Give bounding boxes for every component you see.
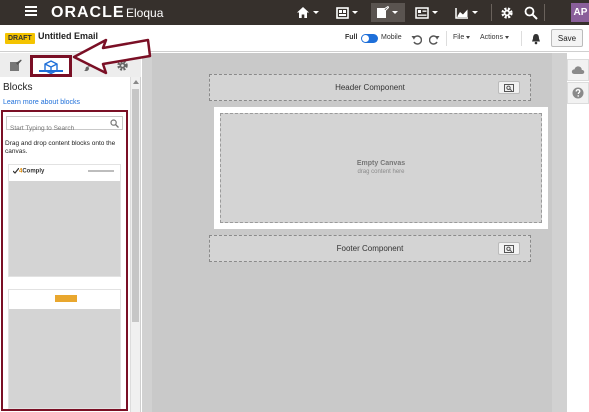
right-rail [567, 53, 589, 412]
redo-button[interactable] [428, 32, 440, 50]
search-icon [524, 6, 538, 20]
search-icon [110, 119, 119, 128]
settings-gear-icon [501, 6, 513, 19]
eloqua-email-editor: ORACLE Eloqua AP DRAFT Untitled Email Fu… [0, 0, 589, 412]
footer-component[interactable]: Footer Component [209, 235, 531, 262]
actions-menu-label: Actions [480, 34, 503, 41]
undo-button[interactable] [411, 32, 423, 50]
cloud-icon [571, 66, 585, 74]
empty-canvas-title: Empty Canvas [356, 160, 406, 167]
blocks-list-highlight: Drag and drop content blocks onto the ca… [1, 110, 128, 411]
block-thumbnail [9, 309, 120, 408]
tab-design[interactable] [7, 57, 23, 73]
undo-icon [411, 35, 423, 45]
content-block[interactable]: 4Comply [8, 164, 121, 277]
design-icon [9, 59, 22, 71]
hamburger-icon[interactable] [25, 6, 37, 17]
header-component[interactable]: Header Component [209, 74, 531, 101]
blocks-search[interactable] [6, 116, 123, 135]
scroll-up-arrow[interactable] [133, 80, 139, 84]
product-name: Eloqua [126, 6, 164, 20]
preview-icon [504, 83, 514, 92]
assets-menu[interactable] [371, 3, 405, 22]
search-button[interactable] [524, 3, 538, 22]
view-mobile-label[interactable]: Mobile [381, 34, 402, 41]
block-logo-name: Comply [22, 168, 45, 175]
panel-heading: Blocks [3, 82, 33, 93]
header-link-placeholder [88, 170, 114, 172]
learn-more-link[interactable]: Learn more about blocks [3, 99, 80, 106]
panel-scrollbar[interactable] [130, 77, 140, 412]
contacts-menu[interactable] [415, 3, 438, 22]
empty-canvas-subtitle: drag content here [357, 169, 405, 175]
header-component-label: Header Component [335, 83, 405, 92]
preview-icon [504, 244, 514, 253]
oracle-logo: ORACLE [51, 4, 125, 21]
status-badge: DRAFT [5, 33, 35, 44]
email-title[interactable]: Untitled Email [38, 31, 98, 41]
file-menu-label: File [453, 34, 465, 41]
home-menu[interactable] [296, 3, 319, 22]
tab-styles[interactable] [81, 57, 97, 73]
actions-menu[interactable]: Actions [480, 34, 509, 41]
user-avatar[interactable]: AP [571, 3, 589, 22]
block-thumbnail [9, 181, 120, 276]
home-icon [297, 7, 309, 18]
campaigns-menu[interactable] [336, 3, 358, 22]
save-button[interactable]: Save [551, 29, 583, 47]
file-menu[interactable]: File [453, 34, 471, 41]
drag-instructions: Drag and drop content blocks onto the ca… [5, 140, 116, 155]
tab-settings[interactable] [114, 57, 130, 73]
redo-icon [428, 35, 440, 45]
footer-preview-button[interactable] [498, 242, 520, 255]
active-tab-indicator [39, 70, 63, 72]
email-canvas: Header Component Empty Canvas drag conte… [152, 53, 552, 412]
cloud-button[interactable] [567, 59, 589, 81]
blocks-search-input[interactable] [7, 122, 107, 135]
canvas-area: Header Component Empty Canvas drag conte… [142, 53, 567, 412]
settings-menu[interactable] [500, 3, 514, 22]
notifications-button[interactable] [531, 32, 541, 50]
editor-toolbar: DRAFT Untitled Email Full Mobile File Ac… [0, 25, 589, 52]
footer-component-label: Footer Component [336, 244, 404, 253]
view-toggle[interactable] [361, 34, 378, 43]
tab-blocks[interactable] [30, 55, 72, 77]
view-full-label[interactable]: Full [345, 34, 357, 41]
top-navigation-bar: ORACLE Eloqua AP [0, 0, 589, 25]
insight-menu[interactable] [455, 3, 478, 22]
content-block[interactable] [8, 289, 121, 409]
help-icon [572, 87, 584, 99]
gear-icon [116, 59, 128, 71]
brush-icon [83, 59, 95, 71]
canvas-body: Empty Canvas drag content here [214, 107, 548, 229]
header-preview-button[interactable] [498, 81, 520, 94]
block-button-preview [55, 295, 77, 302]
block-logo: 4Comply [12, 167, 45, 175]
assets-icon [377, 6, 389, 18]
scroll-thumb[interactable] [132, 89, 139, 322]
contacts-icon [415, 6, 429, 19]
help-button[interactable] [567, 82, 589, 104]
bell-icon [532, 34, 540, 45]
campaigns-icon [336, 6, 349, 19]
empty-canvas-dropzone[interactable]: Empty Canvas drag content here [220, 113, 542, 223]
left-panel: Blocks Learn more about blocks Drag and … [0, 53, 141, 412]
panel-tabs [0, 53, 141, 77]
insight-icon [455, 7, 468, 19]
